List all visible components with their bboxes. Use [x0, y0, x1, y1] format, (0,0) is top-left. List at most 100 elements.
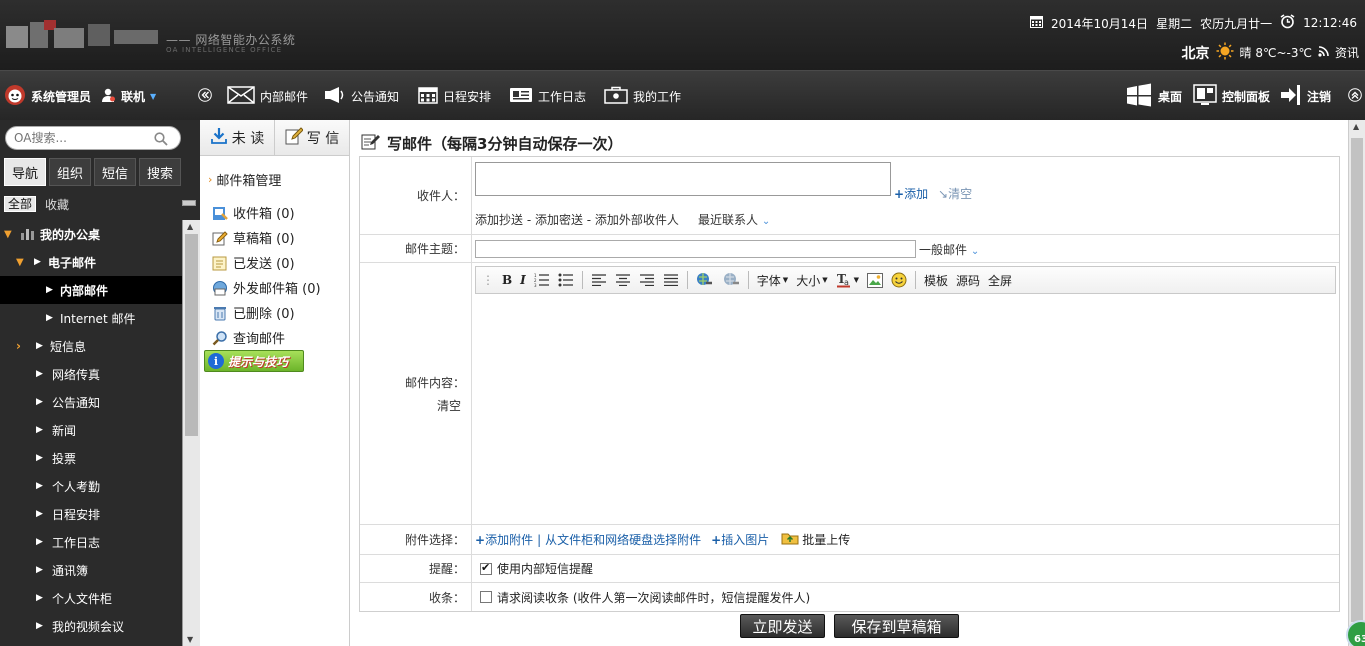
clear-content-button[interactable]: 清空 [437, 397, 461, 414]
tree-item-email[interactable]: ▼ ▶ 电子邮件 [0, 248, 182, 276]
city-name[interactable]: 北京 [1182, 43, 1210, 63]
user-menu[interactable]: 系统管理员 [4, 84, 91, 107]
tree-item-internet-mail[interactable]: ▶ Internet 邮件 [0, 304, 182, 332]
news-link[interactable]: 资讯 [1335, 44, 1359, 61]
tree-item-announcements[interactable]: ▶ 公告通知 [0, 388, 182, 416]
tree-item-schedule[interactable]: ▶ 日程安排 [0, 500, 182, 528]
italic-button[interactable]: I [520, 273, 526, 287]
tree-item-contacts[interactable]: ▶ 通讯簿 [0, 556, 182, 584]
font-size-dropdown[interactable]: 大小 ▼ [796, 272, 827, 289]
filter-favorites[interactable]: 收藏 [42, 196, 72, 213]
template-button[interactable]: 模板 [924, 272, 948, 289]
font-family-dropdown[interactable]: 字体 ▼ [757, 272, 788, 289]
text-color-dropdown[interactable]: Ta ▼ [836, 272, 859, 288]
insert-link-icon[interactable] [696, 272, 714, 288]
recipient-input[interactable] [475, 162, 891, 196]
editor-body[interactable] [475, 295, 1336, 521]
ordered-list-icon[interactable]: 123 [534, 273, 550, 287]
bullet-list-icon[interactable] [558, 273, 574, 287]
control-panel-button[interactable]: 控制面板 [1193, 83, 1270, 107]
folder-sent[interactable]: 已发送 (0) [212, 250, 321, 275]
align-justify-icon[interactable] [663, 274, 679, 286]
folder-outbox[interactable]: 外发邮件箱 (0) [212, 275, 321, 300]
folder-trash[interactable]: 已删除 (0) [212, 300, 321, 325]
unread-tab[interactable]: 未 读 [200, 120, 275, 155]
tree-item-file-cabinet[interactable]: ▶ 个人文件柜 [0, 584, 182, 612]
align-right-icon[interactable] [639, 274, 655, 286]
scroll-down-arrow-icon[interactable]: ▼ [187, 635, 193, 644]
add-attachment-button[interactable]: +添加附件 [475, 531, 533, 548]
tab-organization[interactable]: 组织 [49, 158, 91, 186]
send-now-button[interactable]: 立即发送 [740, 614, 825, 638]
online-status-dropdown[interactable]: 联机 ▼ [100, 85, 156, 107]
bold-button[interactable]: B [502, 273, 512, 287]
page-scrollbar[interactable]: ▲ [1348, 120, 1365, 646]
desktop-button[interactable]: 桌面 [1125, 83, 1182, 107]
read-receipt-checkbox[interactable] [480, 591, 492, 603]
folder-search-mail[interactable]: 查询邮件 [212, 325, 321, 350]
oa-search-input[interactable] [14, 130, 154, 146]
double-chevron-left-icon [198, 87, 212, 105]
sms-reminder-checkbox[interactable] [480, 561, 492, 575]
nav-worklog[interactable]: 工作日志 [509, 85, 586, 107]
tips-and-tricks-button[interactable]: i 提示与技巧 [204, 350, 304, 372]
cc-bcc-links[interactable]: 添加抄送 - 添加密送 - 添加外部收件人 [475, 211, 679, 228]
recent-contacts-dropdown[interactable]: 最近联系人 ⌄ [698, 211, 770, 228]
search-icon[interactable] [154, 132, 168, 146]
remove-link-icon[interactable] [722, 272, 740, 288]
source-code-button[interactable]: 源码 [956, 272, 980, 289]
clear-recipient-label: 清空 [948, 187, 973, 201]
scrollbar-thumb[interactable] [1351, 138, 1363, 622]
align-left-icon[interactable] [591, 274, 607, 286]
tree-item-news[interactable]: ▶ 新闻 [0, 416, 182, 444]
mailbox-manage-link[interactable]: › 邮件箱管理 [208, 170, 281, 189]
tab-search[interactable]: 搜索 [139, 158, 181, 186]
scroll-up-arrow-icon[interactable]: ▲ [187, 222, 193, 231]
collapse-header-button[interactable] [1348, 85, 1362, 107]
priority-dropdown[interactable]: 一般邮件 ⌄ [919, 241, 979, 258]
tab-navigation[interactable]: 导航 [4, 158, 46, 186]
tree-label: 通讯簿 [52, 563, 89, 578]
inbox-icon [212, 205, 228, 221]
insert-picture-button[interactable]: +插入图片 [711, 531, 769, 548]
nav-my-work[interactable]: 我的工作 [604, 85, 681, 107]
nav-schedule[interactable]: 日程安排 [418, 85, 491, 107]
insert-image-icon[interactable] [866, 272, 883, 288]
tab-sms[interactable]: 短信 [94, 158, 136, 186]
folder-drafts[interactable]: 草稿箱 (0) [212, 225, 321, 250]
align-center-icon[interactable] [615, 274, 631, 286]
subject-input[interactable] [475, 240, 916, 258]
nav-announcements[interactable]: 公告通知 [324, 85, 399, 107]
edit-pencil-icon [285, 126, 304, 149]
clear-recipient-button[interactable]: ↘清空 [938, 185, 972, 202]
batch-upload-button[interactable]: 批量上传 [781, 531, 850, 548]
tree-item-fax[interactable]: ▶ 网络传真 [0, 360, 182, 388]
tree-item-attendance[interactable]: ▶ 个人考勤 [0, 472, 182, 500]
weather-bar: 北京 晴 8℃~-3℃ 资讯 [1182, 42, 1359, 63]
save-draft-button[interactable]: 保存到草稿箱 [834, 614, 959, 638]
insert-emoticon-icon[interactable] [891, 272, 907, 288]
add-recipient-button[interactable]: +添加 [894, 185, 928, 202]
svg-text:3: 3 [534, 283, 537, 287]
logout-button[interactable]: 注销 [1280, 84, 1331, 107]
nav-label: 日程安排 [443, 89, 492, 104]
tree-item-sms[interactable]: › ▶ 短信息 [0, 332, 182, 360]
tree-item-internal-mail[interactable]: ▶ 内部邮件 [0, 276, 182, 304]
collapse-nav-button[interactable] [198, 85, 212, 107]
tree-item-my-desk[interactable]: ▼ 我的办公桌 [0, 220, 182, 248]
tree-item-worklog[interactable]: ▶ 工作日志 [0, 528, 182, 556]
folder-inbox[interactable]: 收件箱 (0) [212, 200, 321, 225]
scroll-up-arrow-icon[interactable]: ▲ [1353, 122, 1359, 131]
scrollbar-thumb[interactable] [185, 234, 198, 436]
tree-item-vote[interactable]: ▶ 投票 [0, 444, 182, 472]
download-arrow-icon [210, 127, 228, 149]
reminder-cell: 使用内部短信提醒 [472, 555, 1339, 582]
nav-internal-mail[interactable]: 内部邮件 [227, 85, 308, 107]
select-from-cabinet-link[interactable]: 从文件柜和网络硬盘选择附件 [545, 531, 701, 548]
filter-all[interactable]: 全部 [4, 196, 37, 212]
collapse-all-button[interactable] [182, 200, 196, 206]
tree-item-video-meeting[interactable]: ▶ 我的视频会议 [0, 612, 182, 640]
sidebar-scrollbar[interactable]: ▲ ▼ [182, 220, 200, 646]
write-tab[interactable]: 写 信 [275, 120, 349, 155]
fullscreen-button[interactable]: 全屏 [988, 272, 1012, 289]
